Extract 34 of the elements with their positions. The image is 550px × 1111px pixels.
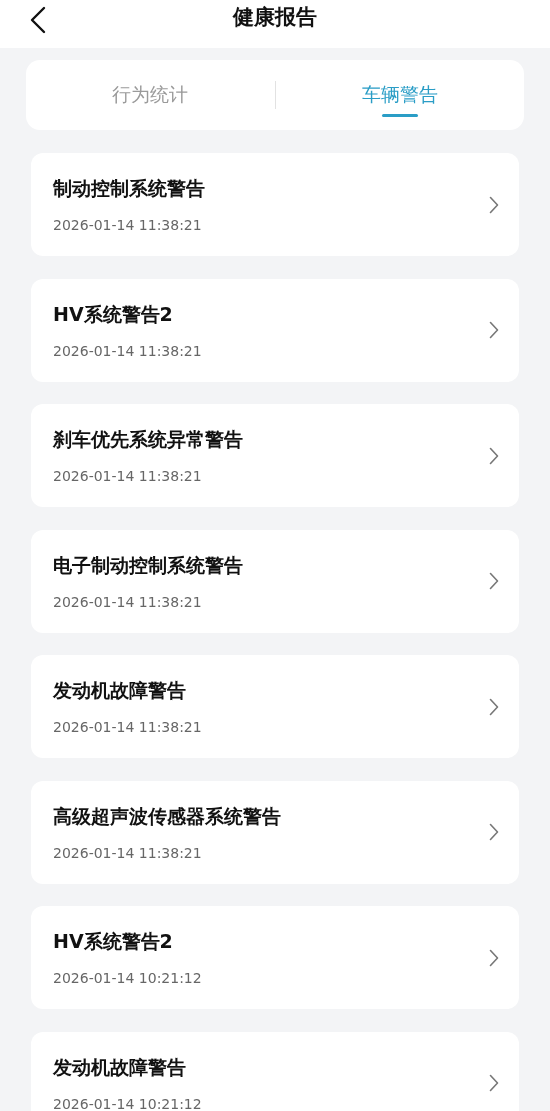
chevron-right-icon: [489, 697, 499, 716]
warning-time: 2026-01-14 11:38:21: [53, 593, 203, 610]
warning-title: HV系统警告2: [53, 301, 174, 327]
warning-title: 发动机故障警告: [53, 678, 187, 703]
warning-card[interactable]: 发动机故障警告 2026-01-14 11:38:21: [31, 655, 519, 758]
chevron-right-icon: [489, 948, 499, 967]
warning-card[interactable]: 发动机故障警告 2026-01-14 10:21:12: [31, 1031, 519, 1111]
warning-title: 发动机故障警告: [53, 1054, 187, 1080]
warning-title: 刹车优先系统异常警告: [53, 427, 244, 452]
warning-time: 2026-01-14 11:38:21: [53, 719, 203, 735]
warning-card[interactable]: HV系统警告2 2026-01-14 10:21:12: [31, 906, 519, 1009]
chevron-right-icon: [489, 446, 499, 465]
warning-title: 制动控制系统警告: [53, 176, 206, 201]
chevron-right-icon: [489, 195, 499, 214]
chevron-right-icon: [489, 321, 499, 339]
chevron-right-icon: [489, 823, 499, 841]
warning-card[interactable]: 电子制动控制系统警告 2026-01-14 11:38:21: [31, 529, 519, 633]
warning-card[interactable]: 刹车优先系统异常警告 2026-01-14 11:38:21: [31, 404, 519, 507]
warning-title: HV系统警告2: [53, 929, 174, 954]
chevron-right-icon: [489, 572, 499, 590]
warning-card[interactable]: HV系统警告2 2026-01-14 11:38:21: [31, 278, 519, 382]
warning-time: 2026-01-14 10:21:12: [53, 1095, 203, 1111]
warning-time: 2026-01-14 11:38:21: [53, 217, 203, 233]
warning-time: 2026-01-14 11:38:21: [53, 844, 203, 861]
warning-title: 高级超声波传感器系统警告: [53, 803, 282, 829]
chevron-right-icon: [489, 1074, 499, 1092]
warning-time: 2026-01-14 11:38:21: [53, 342, 203, 359]
warning-title: 电子制动控制系统警告: [53, 552, 244, 578]
back-icon: [28, 6, 48, 34]
warning-time: 2026-01-14 11:38:21: [53, 468, 203, 484]
warning-card[interactable]: 制动控制系统警告 2026-01-14 11:38:21: [31, 153, 519, 256]
page-title: 健康报告: [233, 4, 317, 31]
warning-card[interactable]: 高级超声波传感器系统警告 2026-01-14 11:38:21: [31, 780, 519, 884]
warning-time: 2026-01-14 10:21:12: [53, 970, 203, 986]
